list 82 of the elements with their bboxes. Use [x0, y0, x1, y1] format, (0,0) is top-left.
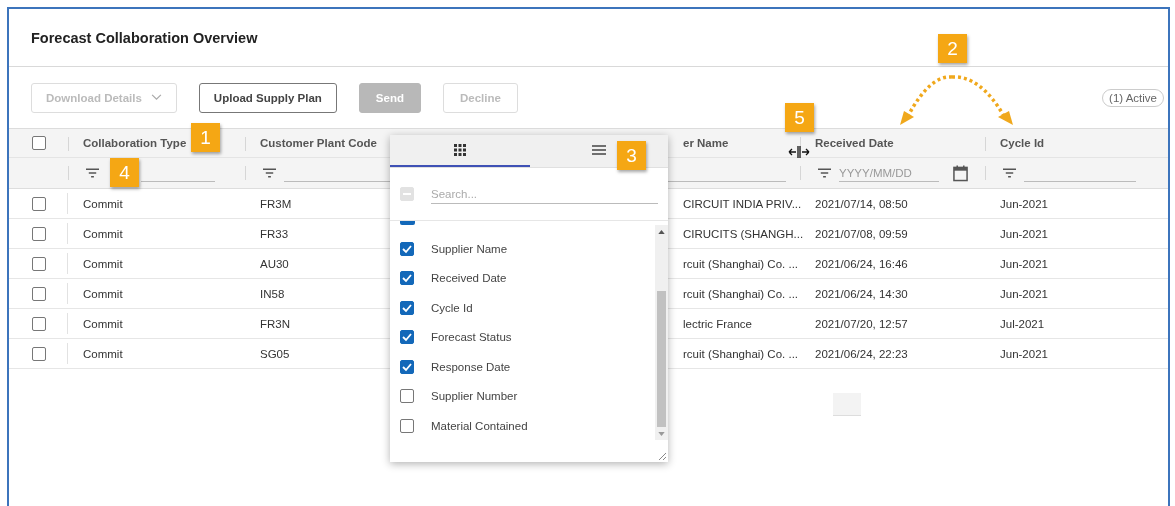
table-cell: 2021/07/14, 08:50	[815, 197, 908, 210]
row-checkbox[interactable]	[31, 346, 46, 361]
dotted-arrow	[952, 75, 1013, 125]
column-header[interactable]: Customer Plant Code	[260, 137, 377, 149]
resize-grip-icon[interactable]	[658, 452, 666, 460]
table-cell: Commit	[83, 227, 123, 240]
row-checkbox[interactable]	[31, 256, 46, 271]
table-cell: CIRCUIT INDIA PRIV...	[683, 197, 802, 210]
column-option[interactable]: Received Date	[431, 272, 507, 285]
table-cell: lectric France	[683, 317, 753, 330]
table-cell: Jun-2021	[1000, 197, 1048, 210]
table-cell: Commit	[83, 347, 123, 360]
table-cell: IN58	[260, 287, 285, 300]
table-cell: Commit	[83, 257, 123, 270]
select-all-checkbox[interactable]	[400, 187, 414, 201]
callout-badge: 4	[110, 158, 139, 187]
table-cell: 2021/06/24, 14:30	[815, 287, 908, 300]
row-checkbox[interactable]	[31, 196, 46, 211]
callout-badge: 3	[617, 141, 646, 170]
dotted-arrow	[900, 75, 952, 125]
table-cell: 2021/06/24, 22:23	[815, 347, 908, 360]
menu-icon	[592, 145, 607, 155]
table-cell: Commit	[83, 317, 123, 330]
filter-icon[interactable]	[818, 168, 831, 178]
checkbox[interactable]	[400, 359, 414, 374]
filter-icon[interactable]	[263, 168, 276, 178]
date-filter-field[interactable]: YYYY/MM/DD	[839, 164, 939, 182]
table-cell: Commit	[83, 197, 123, 210]
table-cell: Jun-2021	[1000, 257, 1048, 270]
grid-icon	[454, 144, 467, 156]
table-cell: Jun-2021	[1000, 347, 1048, 360]
column-header[interactable]: Cycle Id	[1000, 137, 1045, 149]
table-cell: 2021/07/20, 12:57	[815, 317, 908, 330]
table-cell: Jul-2021	[1000, 317, 1045, 330]
checkbox[interactable]	[400, 418, 414, 433]
checkbox[interactable]	[400, 330, 414, 345]
checkbox[interactable]	[400, 389, 414, 404]
column-option[interactable]: Forecast Status	[431, 331, 512, 344]
table-cell: Jun-2021	[1000, 227, 1048, 240]
resize-cursor-icon	[788, 145, 810, 159]
table-cell: SG05	[260, 347, 290, 360]
filter-icon[interactable]	[1003, 168, 1016, 178]
page-title: Forecast Collaboration Overview	[31, 29, 258, 46]
toolbar-button[interactable]: Upload Supply Plan	[198, 82, 337, 113]
column-header[interactable]: er Name	[683, 137, 729, 149]
column-option[interactable]: Supplier Number	[431, 390, 518, 403]
callout-badge: 2	[938, 34, 967, 63]
table-cell: 2021/06/24, 16:46	[815, 257, 908, 270]
row-checkbox[interactable]	[31, 226, 46, 241]
table-cell: rcuit (Shanghai) Co. ...	[683, 287, 799, 300]
row-checkbox[interactable]	[31, 286, 46, 301]
callout-badge: 5	[785, 103, 814, 132]
checkbox[interactable]	[400, 271, 414, 286]
callout-badge: 1	[191, 123, 220, 152]
table-cell: Jun-2021	[1000, 287, 1048, 300]
scrollbar[interactable]	[655, 225, 668, 440]
table-cell: FR33	[260, 227, 289, 240]
column-option[interactable]: Material Contained	[431, 419, 528, 432]
checkbox[interactable]	[400, 300, 414, 315]
filter-icon[interactable]	[86, 168, 99, 178]
chevron-down-icon	[150, 94, 162, 101]
empty-tile	[833, 393, 861, 416]
scroll-up-arrow-icon[interactable]	[658, 230, 665, 234]
table-cell: AU30	[260, 257, 289, 270]
checkbox[interactable]	[400, 241, 414, 256]
scroll-down-arrow-icon[interactable]	[658, 432, 665, 436]
table-cell: rcuit (Shanghai) Co. ...	[683, 257, 799, 270]
table-cell: FR3M	[260, 197, 292, 210]
checkbox[interactable]	[31, 136, 46, 150]
column-option[interactable]: Response Date	[431, 360, 511, 373]
table-cell: Commit	[83, 287, 123, 300]
table-cell: FR3N	[260, 317, 291, 330]
table-cell: 2021/07/08, 09:59	[815, 227, 908, 240]
row-checkbox[interactable]	[31, 316, 46, 331]
column-header[interactable]: Collaboration Type	[83, 137, 187, 149]
column-option[interactable]: Cycle Id	[431, 301, 473, 314]
calendar-icon[interactable]	[953, 164, 968, 182]
column-option[interactable]: Supplier Name	[431, 242, 508, 255]
checkbox[interactable]	[400, 221, 415, 225]
table-cell: CIRUCITS (SHANGH...	[683, 227, 804, 240]
column-header[interactable]: Received Date	[815, 137, 894, 149]
table-cell: rcuit (Shanghai) Co. ...	[683, 347, 799, 360]
